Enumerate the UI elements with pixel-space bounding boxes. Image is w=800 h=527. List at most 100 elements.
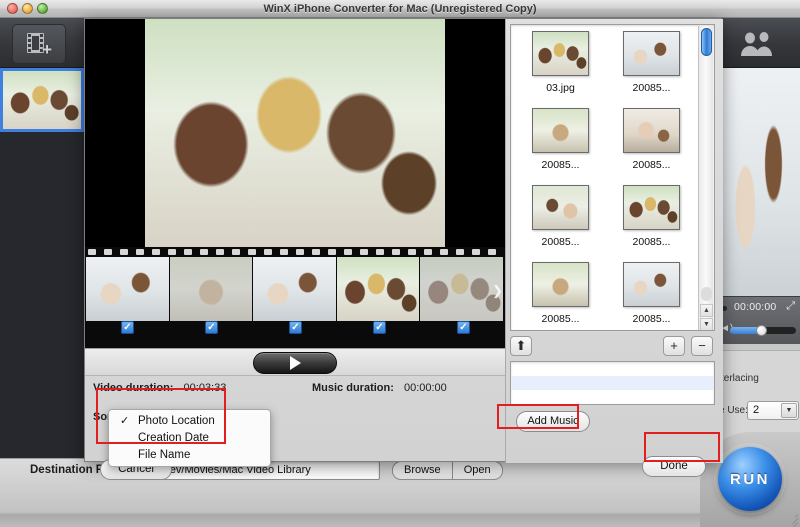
preview-image: [145, 19, 445, 247]
photo-thumbnail-item[interactable]: 20085...: [606, 31, 697, 108]
photo-thumbnail-image: [532, 262, 589, 307]
photo-thumbnail-item[interactable]: 20085...: [606, 262, 697, 330]
photo-thumbnail-item[interactable]: 20085...: [606, 108, 697, 185]
run-button[interactable]: RUN: [718, 447, 782, 511]
photo-thumbnail-image: [532, 31, 589, 76]
sort-dropdown-menu[interactable]: ✓ Photo Location Creation Date File Name: [108, 409, 271, 467]
menu-item-label: Photo Location: [138, 415, 215, 427]
photo-thumbnail-label: 20085...: [541, 313, 580, 325]
filmstrip-frames[interactable]: [86, 257, 504, 321]
filmstrip-frame[interactable]: [420, 257, 503, 321]
video-duration-label: Video duration:: [93, 382, 174, 394]
source-file-sidebar[interactable]: [0, 68, 84, 458]
playback-bar: [85, 348, 505, 376]
player-timecode: 00:00:00: [734, 301, 777, 313]
photo-thumbnail-image: [623, 31, 680, 76]
photo-thumbnail-item[interactable]: 20085...: [515, 185, 606, 262]
filmstrip-frame-checkbox[interactable]: ✓: [121, 321, 134, 334]
volume-knob[interactable]: [756, 325, 767, 336]
open-button[interactable]: Open: [452, 461, 503, 480]
background-video-preview: [722, 68, 800, 308]
window-title: WinX iPhone Converter for Mac (Unregiste…: [263, 2, 537, 15]
scrollbar-thumb[interactable]: [701, 28, 712, 56]
music-duration-label: Music duration:: [312, 382, 394, 394]
photo-slideshow-dialog: ✓ ✓ ✓ ✓ ✓ ❯ Video duration: 00:03:33 Music d…: [84, 18, 723, 480]
add-music-button[interactable]: Add Music: [516, 411, 590, 432]
done-button[interactable]: Done: [642, 456, 706, 477]
duration-row: Video duration: 00:03:33 Music duration:…: [85, 376, 505, 402]
add-photo-button[interactable]: +: [663, 336, 685, 356]
sidebar-item-video-0[interactable]: [0, 68, 84, 132]
check-icon: ✓: [120, 415, 130, 427]
people-button[interactable]: [730, 24, 784, 64]
deinterlacing-label: terlacing: [721, 373, 759, 384]
photo-list-column: 03.jpg 20085... 20085... 20085... 20085... 20…: [505, 19, 723, 477]
filmstrip-frame[interactable]: [169, 257, 253, 321]
core-use-value: 2: [753, 404, 760, 416]
photo-thumbnail-item[interactable]: 03.jpg: [515, 31, 606, 108]
filmstrip: ✓ ✓ ✓ ✓ ✓ ❯: [85, 247, 505, 348]
add-video-button[interactable]: +: [12, 24, 66, 64]
run-label: RUN: [730, 470, 770, 488]
photo-thumbnail-label: 03.jpg: [546, 82, 575, 94]
thumbnail-scrollbar[interactable]: ▲ ▼: [698, 26, 713, 330]
video-duration-value: 00:03:33: [183, 382, 227, 394]
photo-thumbnail-image: [623, 262, 680, 307]
filmstrip-frame-checkbox[interactable]: ✓: [205, 321, 218, 334]
music-duration: Music duration: 00:00:00: [312, 382, 447, 394]
scroll-down-icon[interactable]: ▼: [700, 318, 713, 330]
filmstrip-frame[interactable]: [253, 257, 336, 321]
photo-thumbnail-image: [623, 108, 680, 153]
filmstrip-frame-checkbox[interactable]: ✓: [457, 321, 470, 334]
photo-thumbnail-label: 20085...: [632, 82, 671, 94]
menu-item-creation-date[interactable]: Creation Date: [109, 430, 270, 447]
photo-thumbnail-label: 20085...: [632, 313, 671, 325]
destination-buttons: Browse Open: [392, 461, 503, 480]
play-button[interactable]: [253, 352, 337, 374]
photo-thumbnail-label: 20085...: [541, 159, 580, 171]
fullscreen-icon[interactable]: ⤢: [786, 300, 795, 313]
music-list[interactable]: [510, 361, 715, 405]
photo-thumbnail-pane[interactable]: 03.jpg 20085... 20085... 20085... 20085... 20…: [510, 24, 715, 331]
filmstrip-frame[interactable]: [86, 257, 169, 321]
application-window: WinX iPhone Converter for Mac (Unregiste…: [0, 0, 800, 527]
filmstrip-next-icon[interactable]: ❯: [492, 283, 503, 299]
menu-item-photo-location[interactable]: ✓ Photo Location: [109, 413, 270, 430]
filmstrip-frame-checkbox[interactable]: ✓: [289, 321, 302, 334]
photo-thumbnail-label: 20085...: [541, 236, 580, 248]
menu-item-file-name[interactable]: File Name: [109, 447, 270, 464]
title-bar: WinX iPhone Converter for Mac (Unregiste…: [0, 0, 800, 18]
resize-grip[interactable]: [784, 511, 799, 527]
browse-button[interactable]: Browse: [392, 461, 453, 480]
player-controls: 00:00:00 ⤢ ◄): [716, 296, 800, 344]
remove-photo-button[interactable]: −: [691, 336, 713, 356]
filmstrip-checkboxes[interactable]: ✓ ✓ ✓ ✓ ✓: [85, 321, 505, 339]
scroll-up-icon[interactable]: ▲: [700, 304, 713, 317]
menu-item-label: File Name: [138, 449, 191, 461]
photo-thumbnail-item[interactable]: 20085...: [515, 262, 606, 330]
music-duration-value: 00:00:00: [403, 382, 447, 394]
plus-glyph: +: [42, 40, 52, 59]
volume-slider[interactable]: [730, 325, 796, 336]
chevron-down-icon[interactable]: ▼: [781, 403, 797, 418]
film-add-icon: +: [27, 33, 52, 59]
photo-thumbnail-image: [532, 185, 589, 230]
filmstrip-frame-checkbox[interactable]: ✓: [373, 321, 386, 334]
core-use-select[interactable]: 2 ▼: [747, 401, 799, 420]
move-up-button[interactable]: ⬆: [510, 336, 532, 356]
video-duration: Video duration: 00:03:33: [93, 382, 226, 394]
photo-thumbnail-item[interactable]: 20085...: [606, 185, 697, 262]
volume-fill: [730, 327, 759, 334]
people-icon: [737, 31, 777, 57]
photo-thumbnail-image: [623, 185, 680, 230]
photo-thumbnail-item[interactable]: 20085...: [515, 108, 606, 185]
filmstrip-frame[interactable]: [336, 257, 420, 321]
core-use-label: e Use:: [719, 405, 748, 416]
photo-thumbnail-label: 20085...: [632, 159, 671, 171]
photo-thumbnail-label: 20085...: [632, 236, 671, 248]
menu-item-label: Creation Date: [138, 432, 209, 444]
photo-thumbnail-image: [532, 108, 589, 153]
sidebar-thumbnail: [3, 71, 81, 129]
thumbnail-toolbar: ⬆ + −: [510, 335, 715, 359]
sidebar-empty-area: [0, 132, 84, 458]
